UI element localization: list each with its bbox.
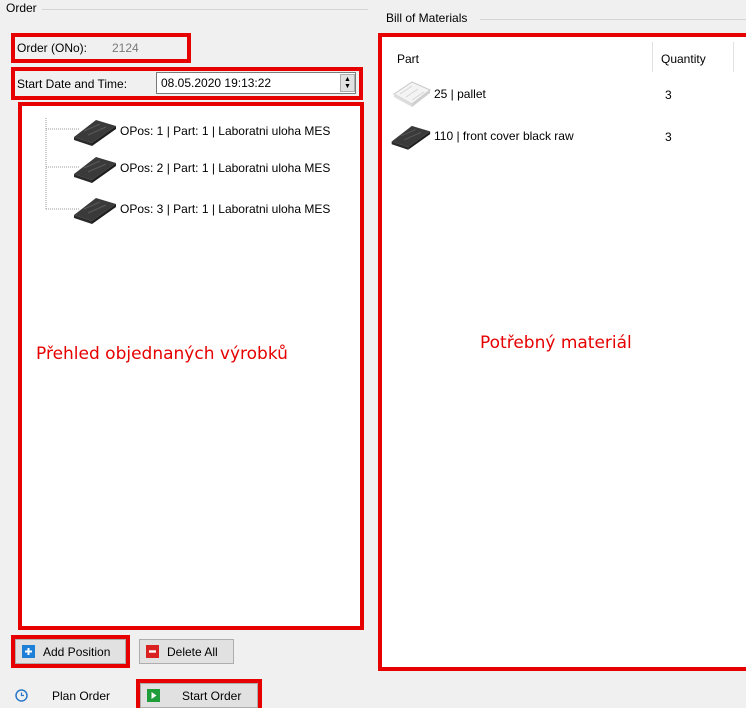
bom-col-part[interactable]: Part bbox=[397, 52, 419, 66]
tree-item[interactable]: OPos: 1 | Part: 1 | Laboratni uloha MES bbox=[70, 116, 330, 146]
play-icon bbox=[147, 689, 160, 702]
table-row[interactable]: 25 | pallet bbox=[390, 76, 486, 112]
part-cover-icon bbox=[74, 157, 116, 183]
part-cover-icon bbox=[74, 120, 116, 146]
bom-quantity-cell: 3 bbox=[665, 88, 672, 102]
bom-group-line bbox=[480, 19, 746, 20]
order-no-label: Order (ONo): bbox=[17, 41, 88, 55]
part-cover-icon bbox=[74, 198, 116, 224]
order-no-value: 2124 bbox=[112, 41, 139, 55]
tree-item-label: OPos: 2 | Part: 1 | Laboratni uloha MES bbox=[120, 161, 331, 175]
tree-item-label: OPos: 1 | Part: 1 | Laboratni uloha MES bbox=[120, 124, 331, 138]
order-group-line bbox=[42, 9, 368, 10]
bom-col-quantity[interactable]: Quantity bbox=[661, 52, 706, 66]
bom-annotation: Potřebný materiál bbox=[480, 333, 632, 353]
part-cover-icon bbox=[391, 125, 431, 150]
start-date-input[interactable]: 08.05.2020 19:13:22 bbox=[156, 72, 356, 94]
bom-part-cell: 25 | pallet bbox=[434, 87, 486, 101]
start-date-label: Start Date and Time: bbox=[17, 77, 128, 91]
spin-down-icon[interactable]: ▼ bbox=[344, 83, 351, 90]
plan-order-button[interactable]: Plan Order bbox=[8, 683, 130, 708]
start-order-label: Start Order bbox=[182, 688, 242, 703]
positions-annotation: Přehled objednaných výrobků bbox=[36, 344, 288, 364]
bom-group-title: Bill of Materials bbox=[384, 11, 470, 25]
table-row[interactable]: 110 | front cover black raw bbox=[388, 118, 574, 154]
spin-up-icon[interactable]: ▲ bbox=[344, 76, 351, 83]
minus-icon bbox=[146, 645, 159, 658]
tree-item-label: OPos: 3 | Part: 1 | Laboratni uloha MES bbox=[120, 202, 331, 216]
plus-icon bbox=[22, 645, 35, 658]
plan-order-label: Plan Order bbox=[52, 688, 111, 703]
order-group-title: Order bbox=[4, 1, 39, 15]
add-position-label: Add Position bbox=[43, 644, 111, 659]
bom-part-cell: 110 | front cover black raw bbox=[434, 129, 574, 143]
delete-all-button[interactable]: Delete All bbox=[139, 639, 234, 664]
clock-icon bbox=[15, 689, 28, 702]
bom-quantity-cell: 3 bbox=[665, 130, 672, 144]
bom-col-divider bbox=[652, 42, 653, 72]
start-order-button[interactable]: Start Order bbox=[140, 683, 258, 708]
start-date-value: 08.05.2020 19:13:22 bbox=[161, 76, 272, 90]
delete-all-label: Delete All bbox=[167, 644, 218, 659]
pallet-icon bbox=[393, 81, 431, 107]
tree-item[interactable]: OPos: 3 | Part: 1 | Laboratni uloha MES bbox=[70, 194, 330, 224]
tree-item[interactable]: OPos: 2 | Part: 1 | Laboratni uloha MES bbox=[70, 153, 330, 183]
bom-col-divider bbox=[733, 42, 734, 72]
date-spinner[interactable]: ▲ ▼ bbox=[340, 74, 355, 92]
add-position-button[interactable]: Add Position bbox=[15, 639, 126, 664]
